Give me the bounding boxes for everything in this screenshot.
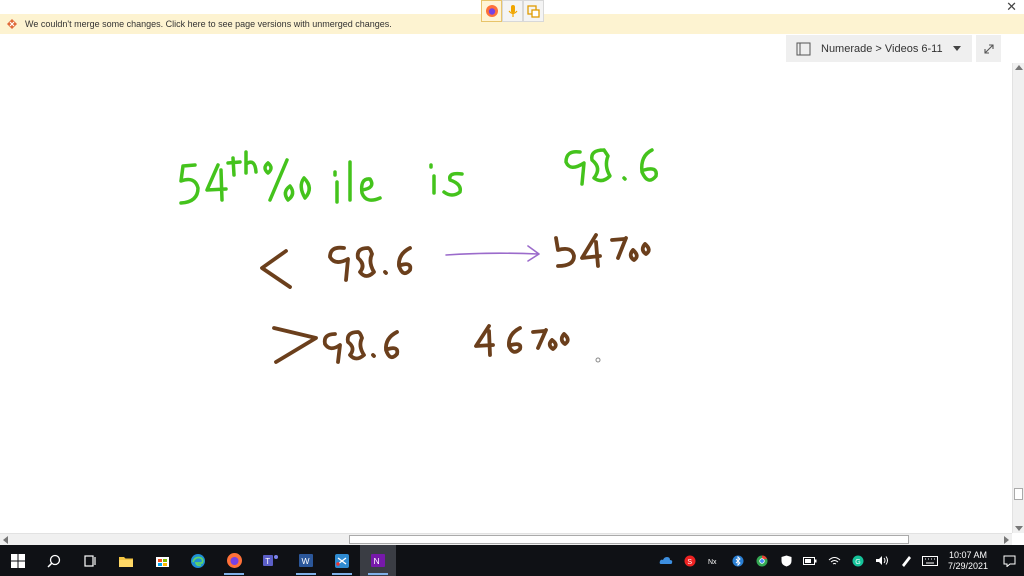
svg-text:Nx: Nx <box>708 559 717 566</box>
firefox-taskbar-button[interactable] <box>216 545 252 576</box>
defender-icon <box>781 555 791 566</box>
teams-icon: T <box>262 555 278 566</box>
store-icon <box>155 557 169 567</box>
pen-tray[interactable] <box>894 545 918 576</box>
clock-date: 7/29/2021 <box>947 560 989 571</box>
svg-text:G: G <box>855 559 860 566</box>
merge-conflict-icon <box>7 19 17 29</box>
edge-icon <box>191 553 205 568</box>
onenote-window: ✕ We couldn't merge some changes. Click … <box>0 0 1024 576</box>
volume-icon <box>876 556 888 565</box>
horizontal-scrollbar[interactable] <box>0 533 1012 545</box>
floating-toolbar <box>481 0 544 22</box>
notification-icon <box>1003 555 1015 567</box>
bluetooth-tray[interactable] <box>726 545 750 576</box>
file-explorer-button[interactable] <box>108 545 144 576</box>
start-button[interactable] <box>0 545 36 576</box>
task-view-icon <box>84 554 96 567</box>
network-nx-tray[interactable]: Nx <box>702 545 726 576</box>
scroll-right-icon[interactable] <box>1004 536 1009 544</box>
wifi-icon <box>828 556 840 564</box>
system-tray: S Nx G 10:07 AM 7/29/2021 <box>654 545 1024 576</box>
chrome-icon <box>756 555 768 566</box>
firefox-icon <box>485 5 498 17</box>
onenote-button[interactable]: N <box>360 545 396 576</box>
horizontal-scroll-thumb[interactable] <box>349 535 909 544</box>
pen-icon <box>902 555 911 567</box>
merge-warning-text: We couldn't merge some changes. Click he… <box>25 19 392 29</box>
svg-text:T: T <box>265 557 270 566</box>
full-page-view-button[interactable] <box>976 35 1001 62</box>
defender-tray[interactable] <box>774 545 798 576</box>
wifi-tray[interactable] <box>822 545 846 576</box>
volume-tray[interactable] <box>870 545 894 576</box>
teams-button[interactable]: T <box>252 545 288 576</box>
windows-start-icon <box>11 553 25 568</box>
s-app-icon: S <box>684 555 696 566</box>
microphone-button[interactable] <box>502 0 523 22</box>
firefox-icon <box>226 553 242 568</box>
windows-taskbar: T W N S Nx G 10:07 AM 7/29/2021 <box>0 545 1024 576</box>
cursor-dot <box>595 357 601 363</box>
expand-icon <box>983 43 994 54</box>
grammarly-tray[interactable]: G <box>846 545 870 576</box>
edge-button[interactable] <box>180 545 216 576</box>
svg-text:W: W <box>302 556 310 566</box>
firefox-toolbar-button[interactable] <box>481 0 502 22</box>
keyboard-icon <box>922 555 938 566</box>
clock-time: 10:07 AM <box>948 549 988 560</box>
keyboard-tray[interactable] <box>918 545 942 576</box>
ink-arrow <box>445 245 540 262</box>
bluetooth-icon <box>732 555 744 566</box>
onedrive-tray[interactable] <box>654 545 678 576</box>
s-app-tray[interactable]: S <box>678 545 702 576</box>
taskbar-clock[interactable]: 10:07 AM 7/29/2021 <box>942 550 994 572</box>
word-button[interactable]: W <box>288 545 324 576</box>
grammarly-icon: G <box>852 555 864 566</box>
vertical-scrollbar[interactable] <box>1012 63 1024 533</box>
svg-text:S: S <box>687 559 692 566</box>
screen-clip-button[interactable] <box>523 0 544 22</box>
search-button[interactable] <box>36 545 72 576</box>
snip-icon <box>335 553 349 568</box>
store-button[interactable] <box>144 545 180 576</box>
chevron-down-icon <box>953 46 961 51</box>
scroll-left-icon[interactable] <box>3 536 8 544</box>
network-nx-icon: Nx <box>708 559 717 566</box>
notebook-icon <box>796 42 811 55</box>
word-icon: W <box>299 554 313 567</box>
vertical-scroll-thumb[interactable] <box>1014 488 1023 500</box>
close-warning-button[interactable]: ✕ <box>1006 0 1017 14</box>
battery-tray[interactable] <box>798 545 822 576</box>
onedrive-icon <box>659 557 673 564</box>
ink-line-3 <box>272 324 570 364</box>
screen-clip-icon <box>527 4 540 18</box>
file-explorer-icon <box>119 556 133 567</box>
search-icon <box>47 554 61 568</box>
handwriting-canvas[interactable] <box>0 63 1010 533</box>
action-center-button[interactable] <box>994 545 1024 576</box>
notebook-selector[interactable]: Numerade > Videos 6-11 <box>786 35 972 62</box>
chrome-tray[interactable] <box>750 545 774 576</box>
task-view-button[interactable] <box>72 545 108 576</box>
scroll-down-icon[interactable] <box>1015 526 1023 531</box>
onenote-icon: N <box>371 554 385 567</box>
ink-line-2 <box>260 233 651 289</box>
svg-text:N: N <box>374 556 380 566</box>
battery-icon <box>803 556 817 565</box>
snip-button[interactable] <box>324 545 360 576</box>
scroll-up-icon[interactable] <box>1015 65 1023 70</box>
ink-line-1 <box>179 148 658 205</box>
microphone-icon <box>508 5 517 17</box>
notebook-selector-label: Numerade > Videos 6-11 <box>821 42 943 55</box>
